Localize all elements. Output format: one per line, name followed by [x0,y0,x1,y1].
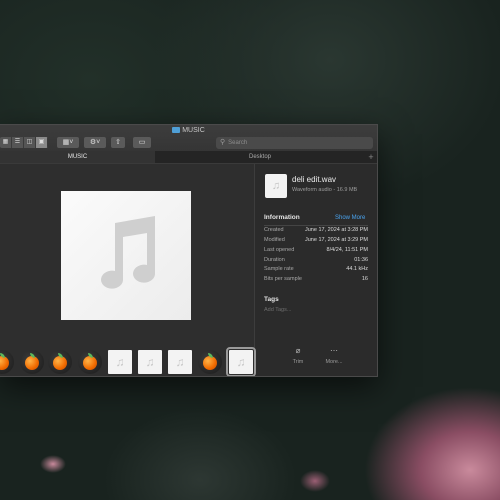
fl-studio-icon [203,356,217,370]
window-title-text: MUSIC [182,127,205,134]
fl-studio-icon [53,356,67,370]
show-more-link[interactable]: Show More [335,215,365,221]
gallery-strip: ♫ ♫ ♫ ♫ [0,344,256,376]
strip-item[interactable]: ♫ [168,350,192,374]
tag-button[interactable]: ▭ [133,137,151,148]
more-label: More... [325,359,343,365]
trim-icon: ⌀ [295,346,301,355]
strip-item[interactable]: ♫ [108,350,132,374]
more-button[interactable]: ⋯ More... [319,346,349,365]
share-icon: ⇧ [115,139,121,146]
gear-icon: ⚙˅ [89,139,101,146]
search-icon: ⚲ [220,139,226,146]
music-note-icon: ♫ [115,355,125,369]
inspector-panel: ♫ deli edit.wav Waveform audio - 16.9 MB [254,164,377,376]
action-button[interactable]: ⚙˅ [84,137,106,148]
strip-item[interactable] [198,350,222,374]
music-note-icon [101,216,156,289]
search-input[interactable]: ⚲ Search [216,137,373,149]
window-title: MUSIC [0,127,377,134]
strip-item-selected[interactable]: ♫ [226,347,256,376]
strip-item[interactable] [0,350,14,374]
list-view-icon[interactable]: ☰ [12,137,24,148]
fl-studio-icon [0,356,9,370]
file-icon: ♫ [265,174,287,198]
tab-desktop[interactable]: Desktop [156,151,364,163]
music-note-icon: ♫ [175,355,185,369]
folder-icon [172,127,181,133]
strip-item[interactable] [78,350,102,374]
trim-label: Trim [292,359,304,365]
music-note-icon: ♫ [145,355,155,369]
strip-item[interactable] [48,350,72,374]
album-art[interactable] [61,191,191,320]
group-by-button[interactable]: ▦˅ [57,137,79,148]
file-kind: Waveform audio - 16.9 MB [292,187,358,193]
fl-studio-icon [25,356,39,370]
group-by-icon: ▦˅ [62,139,74,146]
more-icon: ⋯ [330,346,338,355]
tag-icon: ▭ [138,139,146,146]
new-tab-button[interactable]: + [365,151,377,163]
share-button[interactable]: ⇧ [111,137,125,148]
view-switcher: ▦ ☰ ◫ ▣ [0,137,48,148]
wallpaper-spot [40,455,66,473]
tab-music[interactable]: MUSIC [0,151,155,163]
file-name: deli edit.wav [292,175,337,184]
finder-window: MUSIC ▦ ☰ ◫ ▣ ▦˅ ⚙˅ ⇧ ▭ ⚲ Search MUSIC De… [0,124,378,377]
gallery-view-icon[interactable]: ▣ [36,137,48,148]
strip-item[interactable]: ♫ [138,350,162,374]
tab-bar: MUSIC Desktop + [0,151,377,164]
tags-input[interactable]: Add Tags... [264,307,291,313]
search-placeholder: Search [228,140,248,146]
strip-item[interactable] [20,350,44,374]
trim-button[interactable]: ⌀ Trim [283,346,313,365]
column-view-icon[interactable]: ◫ [24,137,36,148]
icon-view-icon[interactable]: ▦ [0,137,12,148]
title-bar[interactable]: MUSIC ▦ ☰ ◫ ▣ ▦˅ ⚙˅ ⇧ ▭ ⚲ Search [0,125,377,151]
music-note-icon: ♫ [236,355,246,369]
fl-studio-icon [83,356,97,370]
wallpaper-spot [300,470,330,492]
